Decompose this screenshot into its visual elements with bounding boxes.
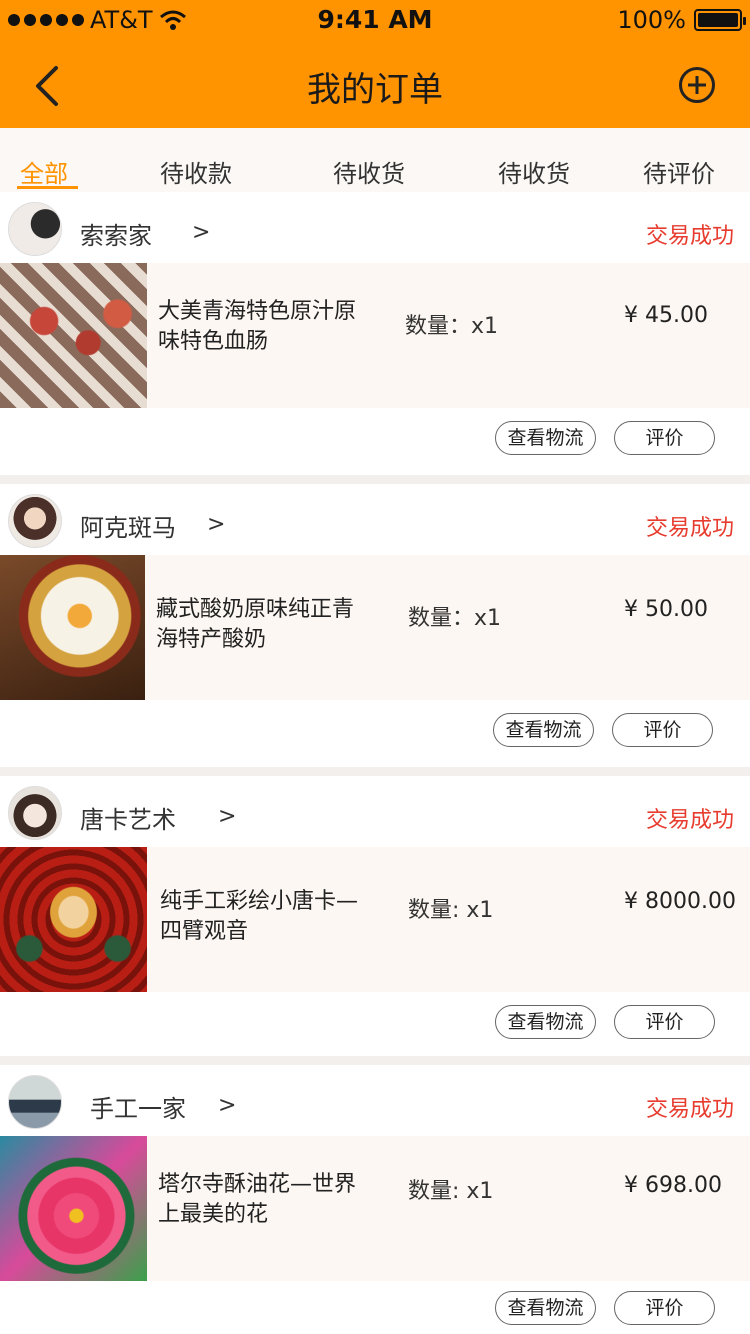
product-thumbnail bbox=[0, 555, 145, 700]
tab-active-indicator bbox=[17, 186, 78, 189]
order-card: 手工一家 > 交易成功 塔尔寺酥油花—世界上最美的花 数量: x1 ¥ 698.… bbox=[0, 1065, 750, 1334]
order-card: 唐卡艺术 > 交易成功 纯手工彩绘小唐卡—四臂观音 数量: x1 ¥ 8000.… bbox=[0, 776, 750, 1056]
quantity: 数量: x1 bbox=[408, 1179, 494, 1204]
shop-row[interactable]: 手工一家 > 交易成功 bbox=[0, 1065, 750, 1137]
chevron-right-icon: > bbox=[218, 804, 237, 829]
review-button[interactable]: 评价 bbox=[614, 421, 715, 455]
shop-row[interactable]: 阿克斑马 > 交易成功 bbox=[0, 484, 750, 556]
avatar bbox=[8, 786, 62, 840]
carrier-label: AT&T bbox=[90, 6, 153, 34]
view-logistics-button[interactable]: 查看物流 bbox=[495, 1291, 596, 1325]
add-icon[interactable] bbox=[678, 66, 716, 104]
product-thumbnail bbox=[0, 263, 147, 408]
product-name: 塔尔寺酥油花—世界上最美的花 bbox=[158, 1172, 357, 1227]
divider bbox=[0, 767, 750, 776]
battery-group: 100% bbox=[617, 6, 746, 34]
quantity: 数量：x1 bbox=[405, 314, 499, 339]
avatar bbox=[8, 494, 62, 548]
tab-pending-receipt[interactable]: 待收货 bbox=[333, 154, 405, 189]
tab-pending-review[interactable]: 待评价 bbox=[643, 154, 715, 189]
review-button[interactable]: 评价 bbox=[614, 1291, 715, 1325]
order-tabs: 全部 待收款 待收货 待收货 待评价 bbox=[0, 128, 750, 192]
order-item[interactable]: 大美青海特色原汁原味特色血肠 数量：x1 ¥ 45.00 bbox=[0, 263, 750, 408]
carrier-group: AT&T bbox=[8, 6, 187, 34]
signal-icon bbox=[8, 14, 84, 26]
shop-name: 手工一家 bbox=[90, 1095, 186, 1123]
tab-all[interactable]: 全部 bbox=[20, 154, 68, 189]
shop-row[interactable]: 唐卡艺术 > 交易成功 bbox=[0, 776, 750, 848]
order-item[interactable]: 塔尔寺酥油花—世界上最美的花 数量: x1 ¥ 698.00 bbox=[0, 1136, 750, 1281]
shop-name: 阿克斑马 bbox=[80, 514, 176, 542]
chevron-right-icon: > bbox=[218, 1093, 237, 1118]
price: ¥ 50.00 bbox=[624, 597, 708, 622]
chevron-right-icon: > bbox=[192, 220, 211, 245]
order-card: 阿克斑马 > 交易成功 藏式酸奶原味纯正青海特产酸奶 数量：x1 ¥ 50.00… bbox=[0, 484, 750, 767]
quantity: 数量: x1 bbox=[408, 898, 494, 923]
view-logistics-button[interactable]: 查看物流 bbox=[495, 421, 596, 455]
divider bbox=[0, 1056, 750, 1065]
order-item[interactable]: 纯手工彩绘小唐卡—四臂观音 数量: x1 ¥ 8000.00 bbox=[0, 847, 750, 992]
price: ¥ 698.00 bbox=[624, 1173, 722, 1198]
order-card: 索索家 > 交易成功 大美青海特色原汁原味特色血肠 数量：x1 ¥ 45.00 … bbox=[0, 192, 750, 475]
quantity: 数量：x1 bbox=[408, 606, 502, 631]
product-thumbnail bbox=[0, 847, 147, 992]
back-icon[interactable] bbox=[28, 64, 68, 108]
status-badge: 交易成功 bbox=[645, 516, 734, 541]
order-item[interactable]: 藏式酸奶原味纯正青海特产酸奶 数量：x1 ¥ 50.00 bbox=[0, 555, 750, 700]
status-badge: 交易成功 bbox=[645, 1097, 734, 1122]
product-thumbnail bbox=[0, 1136, 147, 1281]
product-name: 纯手工彩绘小唐卡—四臂观音 bbox=[160, 889, 359, 944]
review-button[interactable]: 评价 bbox=[612, 713, 713, 747]
tab-pending-receipt-2[interactable]: 待收货 bbox=[498, 154, 570, 189]
status-bar: AT&T 9:41 AM 100% bbox=[0, 0, 750, 40]
divider bbox=[0, 475, 750, 484]
tab-pending-payment[interactable]: 待收款 bbox=[160, 154, 232, 189]
view-logistics-button[interactable]: 查看物流 bbox=[493, 713, 594, 747]
price: ¥ 45.00 bbox=[624, 303, 708, 328]
shop-name: 唐卡艺术 bbox=[80, 806, 176, 834]
avatar bbox=[8, 202, 62, 256]
avatar bbox=[8, 1075, 62, 1129]
product-name: 大美青海特色原汁原味特色血肠 bbox=[158, 299, 357, 354]
price: ¥ 8000.00 bbox=[624, 889, 736, 914]
page-title: 我的订单 bbox=[307, 70, 443, 110]
battery-percent: 100% bbox=[617, 6, 686, 34]
wifi-icon bbox=[159, 9, 187, 31]
review-button[interactable]: 评价 bbox=[614, 1005, 715, 1039]
view-logistics-button[interactable]: 查看物流 bbox=[495, 1005, 596, 1039]
product-name: 藏式酸奶原味纯正青海特产酸奶 bbox=[156, 597, 355, 652]
shop-name: 索索家 bbox=[80, 222, 152, 250]
shop-row[interactable]: 索索家 > 交易成功 bbox=[0, 192, 750, 264]
status-badge: 交易成功 bbox=[645, 808, 734, 833]
status-badge: 交易成功 bbox=[645, 224, 734, 249]
battery-icon bbox=[694, 9, 746, 31]
chevron-right-icon: > bbox=[207, 512, 226, 537]
nav-bar: 我的订单 bbox=[0, 40, 750, 128]
